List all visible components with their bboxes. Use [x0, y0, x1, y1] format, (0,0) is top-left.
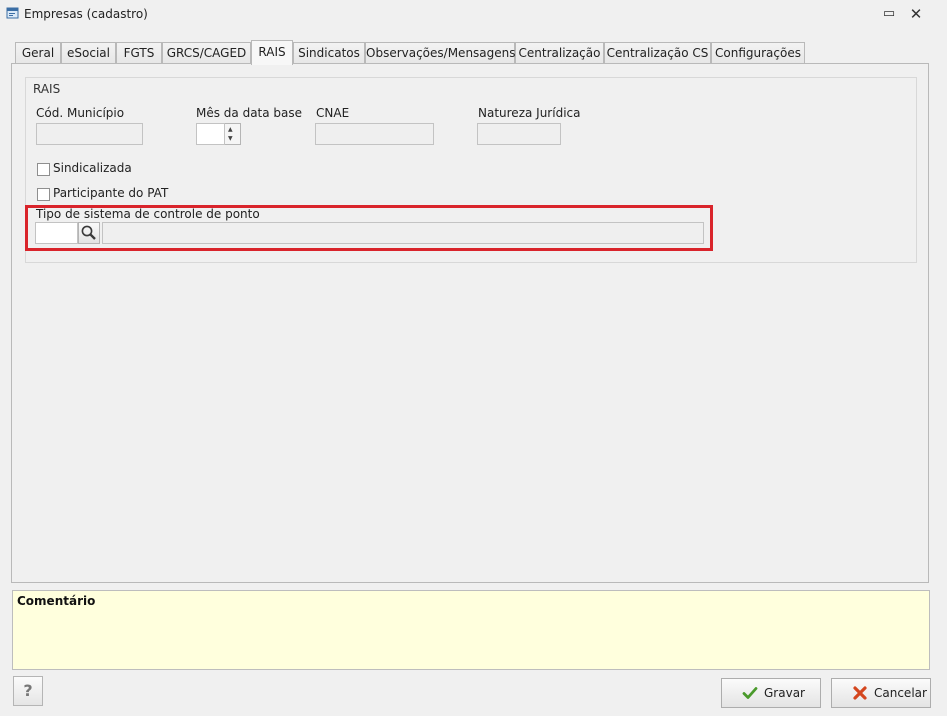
tab-esocial[interactable]: eSocial	[61, 42, 116, 64]
close-button[interactable]: ✕	[905, 4, 927, 24]
app-window-icon	[6, 7, 19, 19]
cod-municipio-label: Cód. Município	[36, 106, 125, 120]
sindicalizada-label: Sindicalizada	[53, 161, 132, 175]
cod-municipio-field[interactable]	[36, 123, 143, 145]
mes-data-base-spinner[interactable]: ▲ ▼	[225, 123, 241, 145]
rais-group-title: RAIS	[33, 82, 61, 96]
title-bar: Empresas (cadastro) ▭ ✕	[0, 0, 947, 28]
checkmark-icon	[742, 687, 758, 699]
cancel-button[interactable]: Cancelar	[831, 678, 931, 708]
comment-area[interactable]: Comentário	[12, 590, 930, 670]
natureza-juridica-field[interactable]	[477, 123, 561, 145]
tipo-ponto-code-field[interactable]	[35, 222, 78, 244]
tab-centralizacao[interactable]: Centralização	[515, 42, 604, 64]
x-icon	[853, 686, 867, 700]
lookup-button[interactable]	[78, 222, 100, 244]
magnifier-icon	[81, 225, 96, 240]
tipo-ponto-label: Tipo de sistema de controle de ponto	[36, 207, 260, 221]
restore-button[interactable]: ▭	[878, 4, 900, 24]
rais-tab-page: RAIS Cód. Município Mês da data base ▲ ▼…	[11, 63, 929, 583]
tab-geral[interactable]: Geral	[15, 42, 61, 64]
tab-fgts[interactable]: FGTS	[116, 42, 162, 64]
tab-centralizacao-cs[interactable]: Centralização CS	[604, 42, 711, 64]
sindicalizada-checkbox[interactable]	[37, 163, 50, 176]
tab-rais[interactable]: RAIS	[251, 40, 293, 65]
cancel-button-label: Cancelar	[874, 686, 927, 700]
natureza-juridica-label: Natureza Jurídica	[478, 106, 581, 120]
mes-data-base-field[interactable]	[196, 123, 225, 145]
tipo-ponto-description-field	[102, 222, 704, 244]
cnae-field[interactable]	[315, 123, 434, 145]
comment-label: Comentário	[17, 594, 96, 608]
spin-up-icon[interactable]: ▲	[228, 127, 233, 133]
participante-pat-label: Participante do PAT	[53, 186, 169, 200]
save-button-label: Gravar	[764, 686, 805, 700]
cnae-label: CNAE	[316, 106, 350, 120]
tab-observacoes-mensagens[interactable]: Observações/Mensagens	[365, 42, 516, 64]
save-button[interactable]: Gravar	[721, 678, 821, 708]
tab-sindicatos[interactable]: Sindicatos	[293, 42, 365, 64]
tab-configuracoes[interactable]: Configurações	[711, 42, 805, 64]
window-title: Empresas (cadastro)	[24, 7, 148, 21]
help-button[interactable]: ?	[13, 676, 43, 706]
participante-pat-checkbox[interactable]	[37, 188, 50, 201]
tab-grcs-caged[interactable]: GRCS/CAGED	[162, 42, 251, 64]
spin-down-icon[interactable]: ▼	[228, 136, 233, 142]
mes-data-base-label: Mês da data base	[196, 106, 303, 120]
